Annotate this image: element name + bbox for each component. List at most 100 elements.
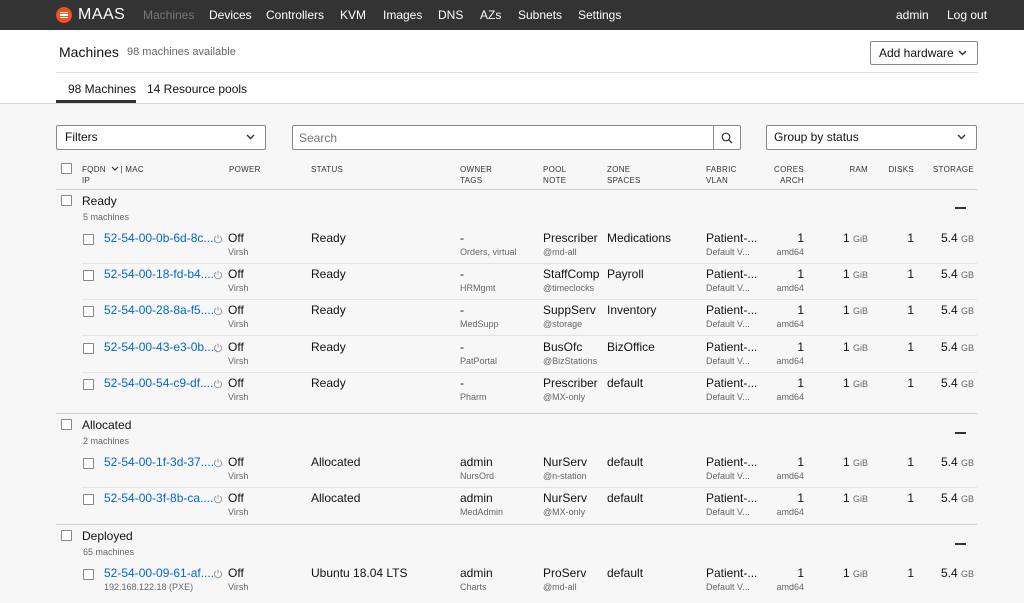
- tab-machines[interactable]: 98 Machines: [68, 82, 136, 96]
- search-input[interactable]: [292, 125, 714, 150]
- add-hardware-button[interactable]: Add hardware: [870, 41, 978, 65]
- power-type: Virsh: [228, 392, 249, 402]
- machine-fqdn-link[interactable]: 52-54-00-3f-8b-ca....: [104, 491, 213, 505]
- machine-pool: BusOfc: [543, 340, 583, 354]
- row-checkbox[interactable]: [83, 234, 94, 245]
- machine-storage: 5.4 GB: [940, 340, 974, 354]
- column-header-power[interactable]: POWER: [229, 164, 261, 175]
- machine-arch: amd64: [776, 356, 804, 366]
- group-checkbox[interactable]: [61, 419, 72, 430]
- column-header-cores[interactable]: CORES: [774, 165, 804, 174]
- nav-devices[interactable]: Devices: [209, 8, 252, 22]
- group-count: 5 machines: [83, 212, 130, 222]
- collapse-group-icon[interactable]: [955, 543, 966, 545]
- machine-fqdn-link[interactable]: 52-54-00-54-c9-df....: [104, 376, 213, 390]
- machine-fqdn-link[interactable]: 52-54-00-09-61-af....: [104, 566, 214, 580]
- group-by-dropdown[interactable]: Group by status: [766, 125, 977, 150]
- column-header-spaces: SPACES: [607, 176, 641, 185]
- machine-note: @MX-only: [543, 507, 586, 517]
- row-checkbox[interactable]: [83, 458, 94, 469]
- table-row[interactable]: 52-54-00-09-61-af.... 192.168.122.18 (PX…: [0, 563, 1024, 599]
- filters-dropdown[interactable]: Filters: [56, 125, 266, 150]
- nav-settings[interactable]: Settings: [578, 8, 621, 22]
- table-row[interactable]: 52-54-00-18-fd-b4.... Off Virsh Ready - …: [0, 264, 1024, 300]
- table-row[interactable]: 52-54-00-28-8a-f5.... Off Virsh Ready - …: [0, 300, 1024, 336]
- nav-controllers[interactable]: Controllers: [266, 8, 324, 22]
- machine-owner: admin: [460, 491, 493, 505]
- machine-cores: 1: [797, 267, 804, 281]
- column-header-cores-arch: CORES ARCH: [760, 164, 804, 186]
- group-checkbox[interactable]: [61, 195, 72, 206]
- column-header-owner-tags: OWNER TAGS: [460, 164, 492, 186]
- machine-vlan: Default V...: [706, 392, 750, 402]
- machine-fqdn-link[interactable]: 52-54-00-0b-6d-8c....: [104, 231, 217, 245]
- machine-fqdn-link[interactable]: 52-54-00-18-fd-b4....: [104, 267, 214, 281]
- machine-zone: default: [607, 566, 644, 580]
- select-all-checkbox[interactable]: [61, 163, 72, 174]
- power-state: Off: [228, 303, 244, 317]
- machine-disks: 1: [907, 231, 914, 245]
- column-header-mac[interactable]: | MAC: [120, 165, 144, 174]
- column-header-ram[interactable]: RAM: [830, 164, 868, 175]
- row-checkbox[interactable]: [83, 494, 94, 505]
- brand[interactable]: MAAS: [56, 5, 125, 25]
- table-row[interactable]: 52-54-00-3f-8b-ca.... Off Virsh Allocate…: [0, 488, 1024, 524]
- row-checkbox[interactable]: [83, 306, 94, 317]
- page-title: Machines: [59, 44, 119, 60]
- nav-dns[interactable]: DNS: [438, 8, 463, 22]
- machine-status: Ubuntu 18.04 LTS: [311, 566, 408, 580]
- machine-note: @MX-only: [543, 392, 586, 402]
- nav-subnets[interactable]: Subnets: [518, 8, 562, 22]
- column-header-storage[interactable]: STORAGE: [926, 164, 974, 175]
- column-header-owner[interactable]: OWNER: [460, 165, 492, 174]
- column-header-pool[interactable]: POOL: [543, 165, 566, 174]
- machine-arch: amd64: [776, 507, 804, 517]
- column-header-fabric[interactable]: FABRIC: [706, 165, 737, 174]
- row-checkbox[interactable]: [83, 379, 94, 390]
- machine-cores: 1: [797, 491, 804, 505]
- active-tab-indicator: [56, 100, 136, 103]
- column-header-zone[interactable]: ZONE: [607, 165, 630, 174]
- machine-owner: -: [460, 267, 464, 281]
- power-icon: [213, 270, 223, 280]
- machine-note: @md-all: [543, 582, 577, 592]
- nav-logout[interactable]: Log out: [947, 8, 987, 22]
- machine-arch: amd64: [776, 471, 804, 481]
- nav-kvm[interactable]: KVM: [340, 8, 366, 22]
- collapse-group-icon[interactable]: [955, 432, 966, 434]
- search-button[interactable]: [713, 125, 741, 150]
- machine-cores: 1: [797, 303, 804, 317]
- row-checkbox[interactable]: [83, 569, 94, 580]
- nav-user[interactable]: admin: [896, 8, 929, 22]
- machine-fqdn-link[interactable]: 52-54-00-1f-3d-37....: [104, 455, 214, 469]
- power-state: Off: [228, 455, 244, 469]
- column-header-fqdn[interactable]: FQDN | MAC IP: [82, 164, 144, 186]
- collapse-group-icon[interactable]: [955, 207, 966, 209]
- power-state: Off: [228, 376, 244, 390]
- nav-images[interactable]: Images: [383, 8, 422, 22]
- table-row[interactable]: 52-54-00-54-c9-df.... Off Virsh Ready - …: [0, 373, 1024, 409]
- table-row[interactable]: 52-54-00-1f-3d-37.... Off Virsh Allocate…: [0, 452, 1024, 488]
- column-header-pool-note: POOL NOTE: [543, 164, 566, 186]
- group-checkbox[interactable]: [61, 530, 72, 541]
- machine-fqdn-link[interactable]: 52-54-00-43-e3-0b....: [104, 340, 217, 354]
- row-checkbox[interactable]: [83, 343, 94, 354]
- power-type: Virsh: [228, 283, 249, 293]
- machine-fabric: Patient-...: [706, 566, 758, 580]
- machine-cores: 1: [797, 566, 804, 580]
- machine-pool: Prescriber: [543, 376, 598, 390]
- column-header-status[interactable]: STATUS: [311, 164, 343, 175]
- machine-storage: 5.4 GB: [940, 455, 974, 469]
- machine-tags: HRMgmt: [460, 283, 496, 293]
- nav-azs[interactable]: AZs: [480, 8, 501, 22]
- machine-vlan: Default V...: [706, 319, 750, 329]
- nav-machines[interactable]: Machines: [143, 8, 194, 22]
- power-icon: [213, 458, 223, 468]
- column-header-disks[interactable]: DISKS: [880, 164, 914, 175]
- column-header-ip[interactable]: IP: [82, 176, 90, 185]
- table-row[interactable]: 52-54-00-0b-6d-8c.... Off Virsh Ready - …: [0, 228, 1024, 264]
- machine-fqdn-link[interactable]: 52-54-00-28-8a-f5....: [104, 303, 214, 317]
- tab-resource-pools[interactable]: 14 Resource pools: [147, 82, 247, 96]
- table-row[interactable]: 52-54-00-43-e3-0b.... Off Virsh Ready - …: [0, 337, 1024, 373]
- row-checkbox[interactable]: [83, 270, 94, 281]
